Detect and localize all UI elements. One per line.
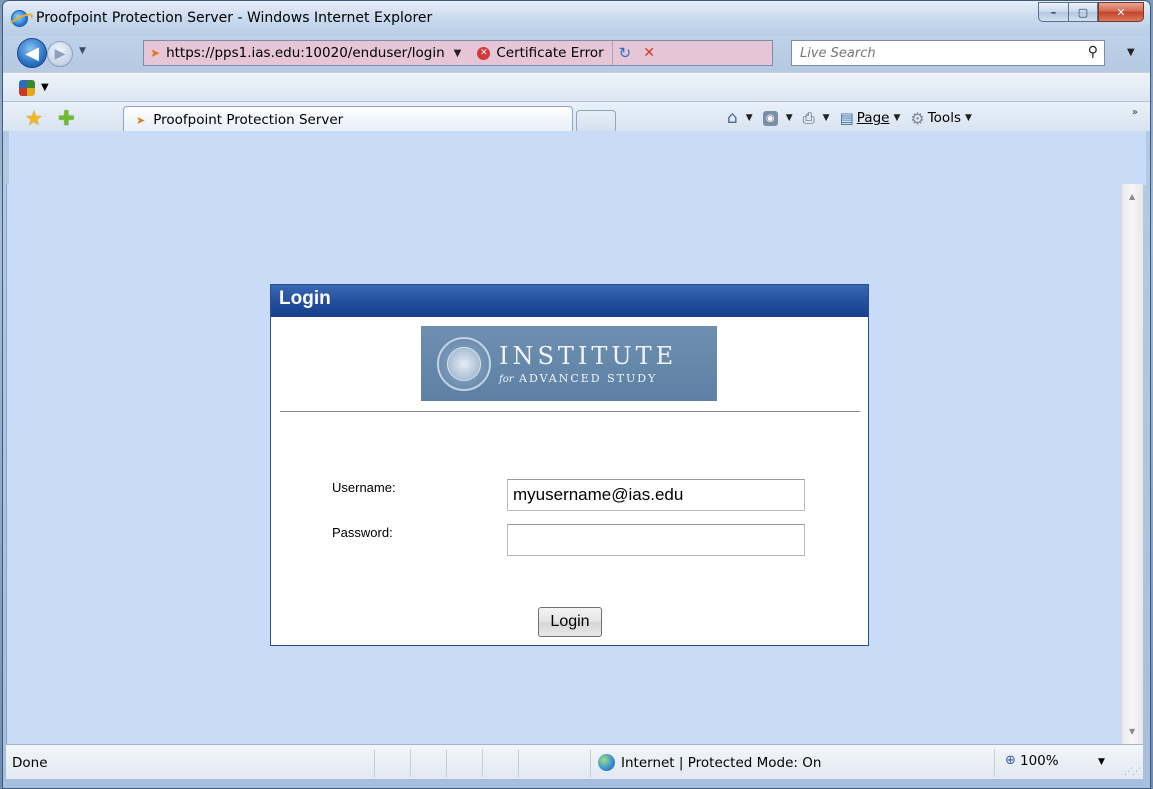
window-title: Proofpoint Protection Server - Windows I… [36, 10, 433, 26]
tools-dropdown-icon: ▼ [964, 113, 972, 123]
add-favorite-icon[interactable]: ✚ [58, 106, 75, 130]
content-area-top [9, 131, 1146, 185]
login-button[interactable]: Login [538, 607, 602, 637]
page-chevron-icon: ➤ [150, 46, 161, 60]
home-dropdown-icon[interactable]: ▼ [746, 113, 753, 123]
back-button[interactable]: ◀ [17, 38, 47, 68]
feeds-icon: ◉ [762, 110, 778, 126]
search-options-dropdown[interactable]: ▼ [1127, 47, 1135, 58]
scroll-up-icon[interactable]: ▲ [1129, 192, 1135, 201]
new-tab-button[interactable] [576, 110, 616, 133]
print-icon: ⎙ [802, 109, 815, 127]
minimize-button[interactable]: – [1038, 2, 1068, 22]
certificate-error-label[interactable]: Certificate Error [496, 45, 603, 61]
stop-icon[interactable]: ✕ [643, 45, 655, 61]
addon-dropdown-icon[interactable]: ▼ [41, 82, 49, 93]
status-separator [482, 749, 483, 777]
forward-arrow-icon: ▶ [54, 46, 66, 62]
addon-icon[interactable] [19, 80, 35, 96]
ie-logo-icon [11, 10, 28, 27]
zoom-icon[interactable]: ⊕ [1005, 753, 1016, 768]
page-icon: ▤ [839, 109, 854, 127]
tab-proofpoint[interactable]: ➤ Proofpoint Protection Server [123, 106, 573, 133]
status-bar: Done Internet | Protected Mode: On ⊕ 100… [6, 744, 1143, 779]
refresh-icon[interactable]: ↻ [619, 44, 632, 62]
tab-page-icon: ➤ [136, 113, 146, 127]
header-divider [280, 411, 860, 412]
institute-seal-icon [437, 336, 491, 391]
logo-for: for [499, 374, 514, 385]
address-url[interactable]: https://pps1.ias.edu:10020/enduser/login [166, 45, 445, 61]
username-label: Username: [332, 480, 396, 495]
tab-label: Proofpoint Protection Server [153, 112, 344, 128]
favorites-star-icon[interactable]: ★ [25, 106, 43, 130]
recent-pages-dropdown[interactable]: ▼ [79, 46, 86, 56]
page-menu-label: Page [856, 110, 890, 126]
zoom-dropdown-icon[interactable]: ▼ [1098, 757, 1105, 767]
home-button[interactable]: ⌂ ▼ [727, 108, 753, 128]
status-separator [446, 749, 447, 777]
title-bar[interactable]: Proofpoint Protection Server - Windows I… [3, 1, 1150, 35]
gear-icon: ⚙ [910, 108, 925, 128]
feeds-button[interactable]: ◉ ▼ [762, 110, 793, 126]
institute-logo: INSTITUTE for ADVANCED STUDY [421, 326, 717, 401]
home-icon: ⌂ [727, 108, 738, 128]
address-bar[interactable]: ➤ https://pps1.ias.edu:10020/enduser/log… [143, 40, 773, 66]
scroll-down-icon[interactable]: ▼ [1129, 727, 1135, 736]
close-button[interactable]: ✕ [1098, 2, 1144, 22]
search-input[interactable] [792, 45, 1062, 61]
window-controls: – ▢ ✕ [1038, 2, 1144, 22]
command-bar: ⌂ ▼ ◉ ▼ ⎙ ▼ ▤ Page ▼ ⚙ Tools ▼ [727, 108, 982, 128]
address-dropdown-icon[interactable]: ▼ [454, 48, 462, 59]
navigation-bar: ◀ ▶ ▼ ➤ https://pps1.ias.edu:10020/endus… [3, 36, 1150, 72]
login-header: Login [271, 285, 868, 317]
status-separator [374, 749, 375, 777]
status-separator [410, 749, 411, 777]
status-separator [518, 749, 519, 777]
zoom-level[interactable]: 100% [1020, 753, 1059, 769]
security-zone[interactable]: Internet | Protected Mode: On [621, 755, 821, 771]
search-box[interactable]: ⚲ [791, 40, 1105, 66]
addon-bar: ▼ [3, 72, 1150, 101]
tab-bar: ★ ✚ ➤ Proofpoint Protection Server ⌂ ▼ ◉… [3, 101, 1150, 133]
username-field[interactable] [507, 479, 805, 511]
globe-icon [598, 754, 615, 771]
password-label: Password: [332, 525, 393, 540]
logo-line-advanced-study: ADVANCED STUDY [519, 372, 658, 385]
login-panel: Login INSTITUTE for ADVANCED STUDY Usern… [270, 284, 869, 646]
status-text: Done [12, 755, 48, 771]
search-icon[interactable]: ⚲ [1088, 44, 1098, 60]
vertical-scrollbar[interactable]: ▲ ▼ [1121, 184, 1143, 744]
password-field[interactable] [507, 524, 805, 556]
more-commands-icon[interactable]: » [1132, 107, 1138, 118]
back-arrow-icon: ◀ [25, 42, 39, 64]
maximize-button[interactable]: ▢ [1068, 2, 1098, 22]
resize-grip-icon[interactable]: ⋰⋰ [1124, 767, 1141, 777]
status-separator [590, 749, 591, 777]
address-separator [611, 41, 613, 65]
tools-menu[interactable]: ⚙ Tools ▼ [910, 109, 972, 128]
print-button[interactable]: ⎙ ▼ [803, 109, 830, 127]
page-dropdown-icon: ▼ [893, 113, 901, 123]
certificate-error-icon[interactable]: ✕ [477, 46, 491, 60]
tools-menu-label: Tools [927, 110, 961, 126]
status-separator [994, 749, 995, 777]
logo-line-institute: INSTITUTE [499, 342, 678, 370]
feeds-dropdown-icon[interactable]: ▼ [786, 113, 793, 123]
forward-button[interactable]: ▶ [47, 41, 73, 67]
print-dropdown-icon[interactable]: ▼ [823, 113, 830, 123]
page-menu[interactable]: ▤ Page ▼ [840, 109, 901, 127]
